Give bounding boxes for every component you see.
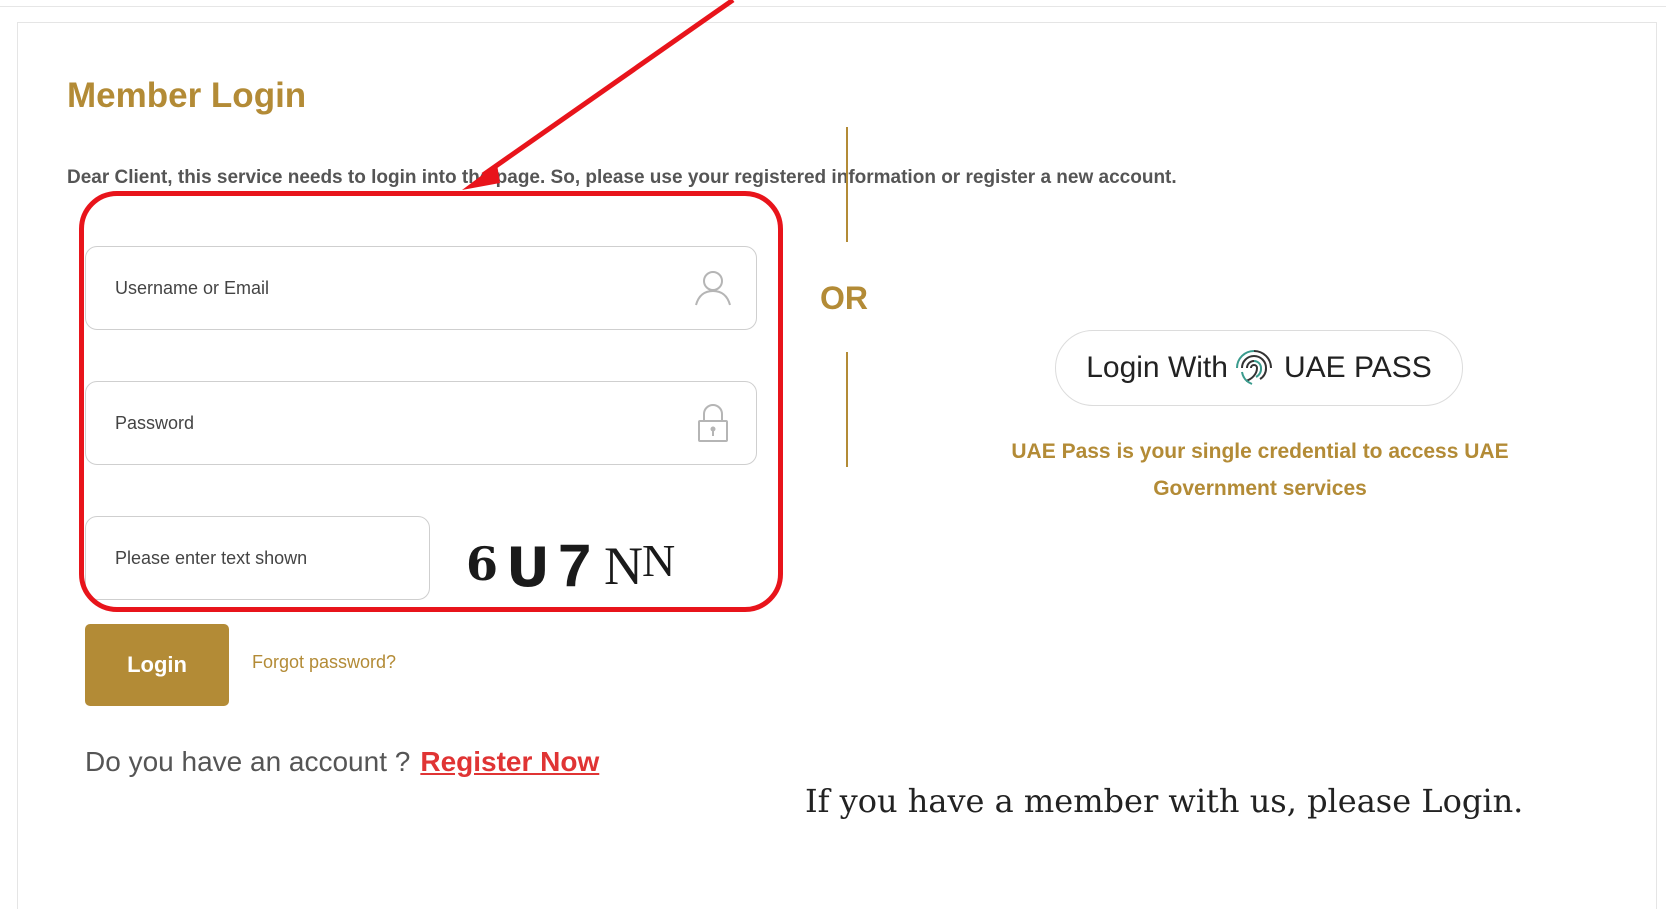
login-button[interactable]: Login (85, 624, 229, 706)
account-question: Do you have an account ? (85, 746, 411, 777)
captcha-char-2: U (506, 536, 550, 597)
user-icon (695, 271, 731, 306)
divider-bottom (846, 352, 848, 467)
uae-pass-prefix: Login With (1086, 351, 1228, 384)
page-title: Member Login (67, 76, 307, 115)
or-label: OR (820, 280, 868, 316)
forgot-password-link[interactable]: Forgot password? (252, 652, 396, 673)
username-input[interactable] (115, 247, 675, 329)
captcha-char-4: N (604, 536, 643, 596)
register-prompt: Do you have an account ? Register Now (85, 746, 599, 778)
divider-top (846, 127, 848, 242)
password-input[interactable] (115, 382, 675, 464)
uae-pass-login-button[interactable]: Login With UAE PASS (1055, 330, 1463, 406)
uae-pass-description: UAE Pass is your single credential to ac… (1011, 440, 1509, 500)
captcha-image: 6 U 7 N N (466, 532, 675, 597)
username-field[interactable] (85, 246, 757, 330)
register-now-link[interactable]: Register Now (420, 746, 599, 777)
captcha-char-3: 7 (558, 532, 591, 597)
lock-icon (698, 404, 728, 442)
captcha-char-1: 6 (466, 537, 498, 591)
password-field[interactable] (85, 381, 757, 465)
annotation-note: If you have a member with us, please Log… (805, 782, 1524, 820)
fingerprint-icon (1235, 350, 1272, 385)
top-divider-line (0, 6, 1666, 7)
intro-text: Dear Client, this service needs to login… (67, 167, 1177, 188)
captcha-input[interactable] (115, 517, 418, 599)
captcha-char-5: N (642, 535, 675, 586)
uae-pass-brand: UAE PASS (1283, 351, 1432, 384)
captcha-field[interactable] (85, 516, 430, 600)
